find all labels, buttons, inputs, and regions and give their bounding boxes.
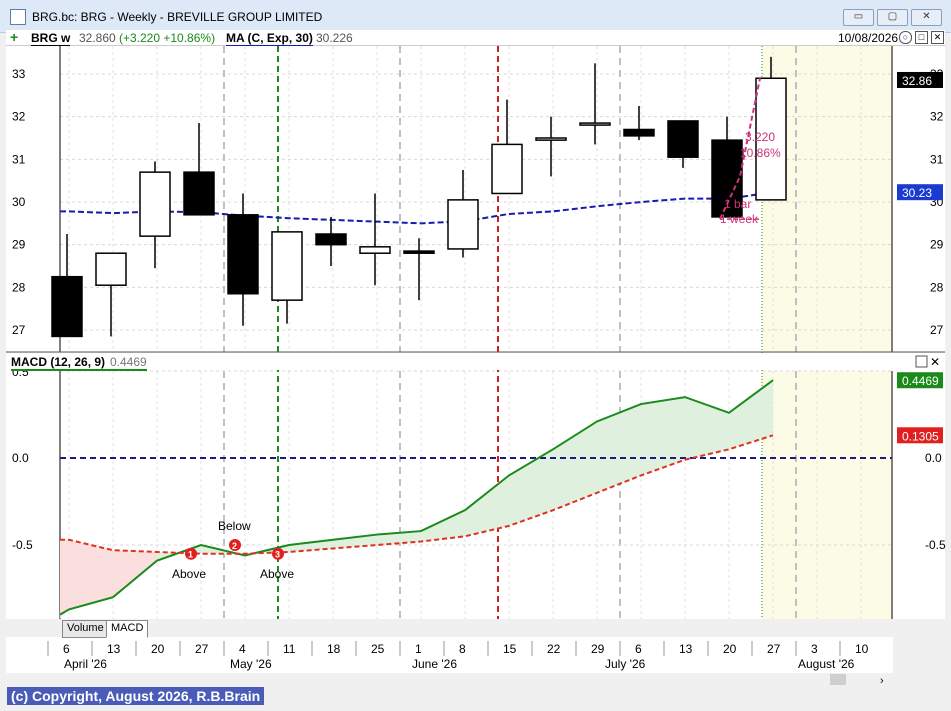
- x-tick-label: 27: [195, 642, 209, 656]
- price-tick-right: 27: [930, 323, 944, 337]
- x-tick-label: 1: [415, 642, 422, 656]
- crossover-label: Below: [218, 519, 251, 533]
- price-tick-left: 31: [12, 152, 26, 166]
- crossover-label: Above: [260, 567, 294, 581]
- x-tick-label: 18: [327, 642, 341, 656]
- x-tick-label: 29: [591, 642, 605, 656]
- price-tick-right: 32: [930, 110, 944, 124]
- candle-body-bull: [359, 246, 391, 254]
- crossover-marker-num: 3: [275, 550, 280, 560]
- macd-tick-right: -0.5: [925, 538, 946, 552]
- price-tick-left: 33: [12, 67, 26, 81]
- annotation-percent: 10.86%: [740, 146, 781, 160]
- horizontal-scrollbar[interactable]: [6, 673, 893, 686]
- price-tick-right: 31: [930, 152, 944, 166]
- macd-header-bg: [6, 353, 945, 370]
- price-tick-left: 27: [12, 323, 26, 337]
- crossover-label: Above: [172, 567, 206, 581]
- macd-tick-right: 0.0: [925, 451, 942, 465]
- x-month-label: August '26: [798, 657, 855, 671]
- candle-body-bull: [491, 143, 523, 195]
- macd-header-value: 0.4469: [110, 355, 147, 369]
- last-price-tag-text: 32.86: [902, 74, 932, 88]
- price-tick-left: 28: [12, 280, 26, 294]
- candle-body-bull: [271, 231, 303, 301]
- annotation-period: 1 week: [720, 212, 759, 226]
- macd-tick-left: -0.5: [12, 538, 33, 552]
- price-tick-right: 29: [930, 238, 944, 252]
- x-tick-label: 13: [679, 642, 693, 656]
- x-tick-label: 10: [855, 642, 869, 656]
- x-tick-label: 8: [459, 642, 466, 656]
- annotation-bars: 1 bar: [724, 197, 751, 211]
- x-tick-label: 11: [283, 642, 296, 656]
- macd-maximize-icon[interactable]: [915, 355, 928, 368]
- candle-body-bear: [51, 275, 83, 338]
- x-tick-label: 20: [151, 642, 165, 656]
- x-tick-label: 25: [371, 642, 385, 656]
- candle-body-bear: [403, 250, 435, 254]
- scrollbar-thumb[interactable]: [830, 674, 846, 685]
- candle-body-bull: [447, 199, 479, 250]
- candle-body-bear: [667, 120, 699, 158]
- x-tick-label: 20: [723, 642, 737, 656]
- macd-fill: [60, 539, 69, 619]
- chart-window: BRG.bc: BRG - Weekly - BREVILLE GROUP LI…: [0, 0, 951, 711]
- future-zone-macd: [762, 371, 892, 619]
- chart-canvas: 333332323131303029292828272732.8630.23 1…: [6, 46, 946, 687]
- signal-value-tag-text: 0.1305: [902, 429, 939, 443]
- tab-macd[interactable]: MACD: [106, 620, 149, 638]
- x-month-label: May '26: [230, 657, 272, 671]
- candle-body-bear: [315, 233, 347, 246]
- x-tick-label: 3: [811, 642, 818, 656]
- macd-value-tag-text: 0.4469: [902, 374, 939, 388]
- macd-tick-left: 0.0: [12, 451, 29, 465]
- copyright-bar: (c) Copyright, August 2026, R.B.Brain: [0, 686, 951, 711]
- candle-body-bull: [535, 137, 567, 141]
- candle-body-bull: [139, 171, 171, 237]
- x-month-label: July '26: [605, 657, 646, 671]
- ma-price-tag-text: 30.23: [902, 186, 932, 200]
- candle-body-bull: [579, 122, 611, 126]
- candle-body-bear: [227, 214, 259, 295]
- macd-header-label: MACD (12, 26, 9): [11, 355, 105, 369]
- x-tick-label: 13: [107, 642, 121, 656]
- copyright-text: (c) Copyright, August 2026, R.B.Brain: [7, 687, 265, 705]
- tab-volume[interactable]: Volume: [62, 620, 109, 638]
- crossover-marker-num: 1: [188, 550, 193, 560]
- macd-close-icon[interactable]: ✕: [930, 355, 940, 369]
- x-tick-label: 6: [63, 642, 70, 656]
- price-tick-left: 29: [12, 238, 26, 252]
- x-tick-label: 15: [503, 642, 517, 656]
- candle-body-bull: [95, 252, 127, 286]
- candle-body-bear: [183, 171, 215, 216]
- x-tick-label: 22: [547, 642, 561, 656]
- x-month-label: April '26: [64, 657, 107, 671]
- x-tick-label: 6: [635, 642, 642, 656]
- price-tick-left: 32: [12, 110, 26, 124]
- price-tick-left: 30: [12, 195, 26, 209]
- x-month-label: June '26: [412, 657, 457, 671]
- x-tick-label: 27: [767, 642, 781, 656]
- annotation-change: 3.220: [745, 130, 775, 144]
- crossover-marker-num: 2: [232, 541, 237, 551]
- candle-body-bear: [623, 128, 655, 137]
- x-tick-label: 4: [239, 642, 246, 656]
- price-tick-right: 28: [930, 280, 944, 294]
